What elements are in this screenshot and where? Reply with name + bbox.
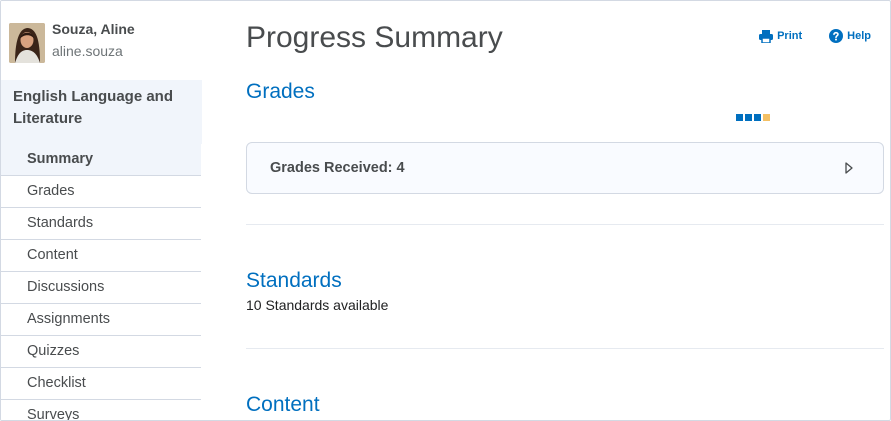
user-name: Souza, Aline (52, 21, 135, 37)
sidebar-item-summary[interactable]: Summary (1, 144, 201, 176)
grades-received-panel[interactable]: Grades Received: 4 (246, 142, 884, 194)
sidebar-item-discussions[interactable]: Discussions (1, 272, 201, 304)
page-title: Progress Summary (246, 21, 503, 54)
section-divider (246, 348, 884, 349)
loading-indicator (736, 114, 770, 121)
user-username: aline.souza (52, 43, 123, 59)
help-label: Help (847, 30, 871, 42)
sidebar-item-surveys[interactable]: Surveys (1, 400, 201, 420)
sidebar-nav: Summary Grades Standards Content Discuss… (1, 144, 201, 420)
sidebar-item-content[interactable]: Content (1, 240, 201, 272)
chevron-right-icon[interactable] (845, 161, 853, 179)
standards-heading[interactable]: Standards (246, 269, 342, 293)
sidebar-item-assignments[interactable]: Assignments (1, 304, 201, 336)
sidebar-item-quizzes[interactable]: Quizzes (1, 336, 201, 368)
section-divider (246, 224, 884, 225)
progress-summary-window: Souza, Aline aline.souza English Languag… (0, 0, 891, 421)
help-icon (829, 29, 844, 43)
page-toolbar: Print Help (759, 29, 871, 43)
course-title: English Language and Literature (1, 80, 202, 144)
main-content: Progress Summary Print Help Grades Grade… (202, 1, 890, 420)
sidebar-item-standards[interactable]: Standards (1, 208, 201, 240)
sidebar: Souza, Aline aline.souza English Languag… (1, 1, 202, 420)
grades-heading[interactable]: Grades (246, 80, 315, 104)
grades-received-label: Grades Received: 4 (270, 160, 405, 176)
sidebar-item-grades[interactable]: Grades (1, 176, 201, 208)
sidebar-item-checklist[interactable]: Checklist (1, 368, 201, 400)
print-label: Print (777, 30, 803, 42)
print-icon (759, 29, 774, 43)
standards-available-text: 10 Standards available (246, 297, 389, 313)
help-button[interactable]: Help (829, 29, 871, 43)
print-button[interactable]: Print (759, 29, 802, 43)
avatar (9, 23, 45, 63)
content-heading[interactable]: Content (246, 393, 320, 417)
